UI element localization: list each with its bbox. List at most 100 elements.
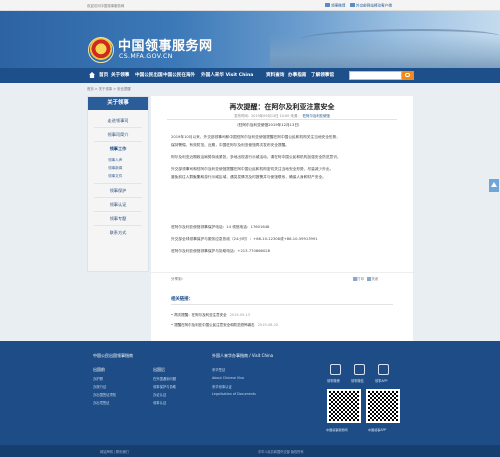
home-icon[interactable] [89, 72, 95, 78]
article-paragraph: 外交部领事司和驻阿尔及利亚使馆提醒在阿中国公民和机构密切关注当地安全形势，尽量减… [171, 167, 334, 171]
sidebar-divider [94, 141, 142, 142]
related-item[interactable]: • 提醒在阿尔及利亚中国公民注意安全和防范恐怖袭击 2019-08-20 [171, 323, 278, 328]
mountain-ridge-decoration [300, 29, 500, 47]
related-links: 相关链接： • 再次提醒：在阿尔及利亚注意安全 2019-09-13 • 提醒在阿… [151, 285, 413, 341]
sidebar-divider [94, 211, 142, 212]
sidebar-subitem-voices[interactable]: 领事人声 [108, 158, 122, 163]
sidebar-item-legalization[interactable]: 领事认证 [88, 202, 148, 208]
breadcrumb-home[interactable]: 首页 [87, 87, 94, 91]
print-icon [353, 277, 357, 281]
copyright: 中华人民共和国外交部 版权所有 [258, 450, 304, 454]
weibo-link-label: 领事微博 [331, 3, 346, 8]
bottom-bar: 网站声明 | 联系我们 中华人民共和国外交部 版权所有 [0, 445, 500, 457]
top-utility-bar: 欢迎访问中国领事服务网 领事微博 外交部网站移动客户端 [0, 0, 500, 11]
app-icon[interactable] [378, 364, 389, 375]
share-label: 分享到： [171, 277, 185, 281]
sidebar-item-work[interactable]: 领事工作 [88, 146, 148, 152]
footer-link[interactable]: 办旅行证 [93, 384, 106, 389]
sidebar-divider [94, 127, 142, 128]
nav-item-visit-china[interactable]: 外国人来华 Visit China [201, 72, 253, 78]
search-icon [405, 72, 410, 77]
footer-heading-abroad: 中国公民出国领事指南 [93, 353, 133, 358]
footer: 中国公民出国领事指南 外国人来华办事指南 / Visit China 出国前 办… [0, 341, 500, 445]
footer-link[interactable]: 来华领事认证 [212, 384, 232, 389]
related-item-text[interactable]: 再次提醒：在阿尔及利亚注意安全 [174, 313, 227, 317]
footer-link[interactable]: About Chinese Visa [212, 376, 244, 380]
footer-icon-label: 领事APP [375, 379, 388, 383]
wechat-icon[interactable] [354, 364, 365, 375]
footer-link[interactable]: 领事认证 [153, 400, 166, 405]
sidebar-subitem-news[interactable]: 领事新闻 [108, 166, 122, 171]
footer-link[interactable]: 在外国遇到问题 [153, 376, 176, 381]
weibo-icon[interactable] [330, 364, 341, 375]
sidebar-subitem-documents[interactable]: 领事文件 [108, 174, 122, 179]
article-embassy-phone: 驻阿尔及利亚使馆领事保护与协助电话：+213-770866028 [171, 249, 270, 253]
footer-link[interactable]: 办护照 [93, 376, 103, 381]
search-button[interactable] [402, 71, 414, 80]
nav-item-about-consular[interactable]: 关于领事 [111, 72, 129, 78]
search-input[interactable] [349, 71, 402, 80]
footer-link[interactable]: 领事保护与协助 [153, 384, 176, 389]
close-button[interactable]: 关闭 [371, 277, 378, 281]
site-title[interactable]: 中国领事服务网 [118, 35, 213, 54]
breadcrumb: 首页>关于领事>安全提醒 [87, 87, 131, 91]
nav-item-guides[interactable]: 办事指南 [288, 72, 306, 78]
nav-item-consulates[interactable]: 了解领事馆 [311, 72, 334, 78]
footer-col2-title: 出国后 [153, 367, 165, 372]
article-paragraph: 保持警惕，有效防范。近期，中国驻阿尔及利亚使馆再次发布安全提醒。 [171, 143, 289, 147]
footer-icon-label: 领事微博 [327, 379, 340, 383]
sidebar-item-contact[interactable]: 联系方式 [88, 230, 148, 236]
print-button[interactable]: 打印 [357, 277, 364, 281]
footer-link[interactable]: 办出国签证须知 [93, 392, 116, 397]
weibo-link[interactable]: 领事微博 [325, 3, 345, 9]
back-to-top-button[interactable] [489, 179, 499, 192]
bottom-links[interactable]: 网站声明 | 联系我们 [100, 449, 129, 454]
mobile-app-link[interactable]: 外交部网站移动客户端 [350, 3, 392, 9]
qr-code-site [327, 389, 361, 423]
sidebar: 关于领事 走进领事司 领事司简介 领事工作 领事人声 领事新闻 领事文件 领事保… [87, 96, 149, 272]
footer-link[interactable]: Legalisation of Documents [212, 392, 256, 396]
qr-label: 中国领事APP [368, 428, 387, 432]
article-date: 发布时间：2019年09月13日 15:00 来源： [234, 114, 301, 118]
national-emblem-logo[interactable] [88, 37, 114, 63]
related-item-date: 2019-08-20 [257, 323, 279, 327]
nav-item-overseas[interactable]: 中国公民在海外 [163, 72, 195, 78]
breadcrumb-current: 安全提醒 [117, 87, 131, 91]
sidebar-divider [94, 225, 142, 226]
related-title: 相关链接： [171, 297, 193, 302]
related-divider [171, 304, 393, 305]
nav-item-home[interactable]: 首页 [99, 72, 108, 78]
qr-code-app [366, 389, 400, 423]
footer-link[interactable]: 办证认证 [153, 392, 166, 397]
footer-icon-label: 领事微信 [351, 379, 364, 383]
article-meta: 发布时间：2019年09月13日 15:00 来源： 驻阿尔及利亚使馆 [151, 113, 413, 118]
nav-item-resources[interactable]: 资料查询 [266, 72, 284, 78]
article-paragraph: 避免前往人群聚集和游行示威区域，遇突发情况及时报警并与使馆联系，确保人身和财产安… [171, 175, 326, 179]
sidebar-item-protection[interactable]: 领事保护 [88, 188, 148, 194]
related-item-text[interactable]: 提醒在阿尔及利亚中国公民注意安全和防范恐怖袭击 [174, 323, 255, 327]
article-paragraph: 2019年10月以来，外交部领事司和中国驻阿尔及利亚使馆提醒在阿中国公民和机构关… [171, 135, 340, 139]
breadcrumb-about[interactable]: 关于领事 [99, 87, 113, 91]
article-embassy-line: 驻阿尔及利亚使馆领事保护电话：14 领馆电话：17601648 [171, 225, 270, 229]
sidebar-item-topics[interactable]: 领事专题 [88, 216, 148, 222]
sidebar-heading: 关于领事 [88, 97, 148, 110]
title-divider [167, 119, 397, 120]
sidebar-divider [94, 197, 142, 198]
article-actions: 打印 关闭 [351, 277, 378, 282]
share-row: 分享到： 打印 关闭 [151, 272, 413, 285]
sidebar-item-department[interactable]: 走进领事司 [88, 118, 148, 124]
related-item[interactable]: • 再次提醒：在阿尔及利亚注意安全 2019-09-13 [171, 313, 250, 318]
nav-item-going-abroad[interactable]: 中国公民出国 [135, 72, 163, 78]
article-paragraph: 阿尔及利亚近期政治局势持续紧张，多地出现游行示威活动，请在阿中国公民和机构加强安… [171, 155, 341, 159]
welcome-text: 欢迎访问中国领事服务网 [87, 4, 125, 8]
sidebar-item-intro[interactable]: 领事司简介 [88, 132, 148, 138]
footer-col1-title: 出国前 [93, 367, 105, 372]
footer-link[interactable]: 办出境签证 [93, 400, 109, 405]
article-note: （驻阿尔及利亚使馆2019年12月13日） [235, 123, 302, 127]
article-source-link[interactable]: 驻阿尔及利亚使馆 [303, 114, 330, 118]
footer-heading-visit-china: 外国人来华办事指南 / Visit China [212, 353, 274, 358]
mobile-app-label: 外交部网站移动客户端 [356, 3, 392, 8]
mobile-icon [350, 3, 355, 7]
site-domain: CS.MFA.GOV.CN [119, 53, 173, 60]
footer-link[interactable]: 来华签证 [212, 367, 225, 372]
